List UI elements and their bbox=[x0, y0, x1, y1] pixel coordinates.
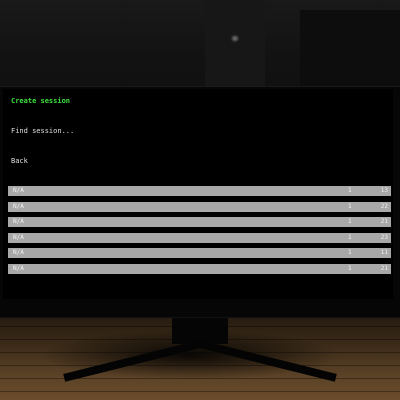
session-players: 1 bbox=[348, 249, 352, 256]
session-ping: 21 bbox=[380, 218, 388, 225]
session-players: 1 bbox=[348, 233, 352, 241]
session-name: N/A bbox=[13, 264, 24, 272]
find-session-button[interactable]: Find session... bbox=[11, 127, 74, 136]
session-players: 1 bbox=[348, 264, 352, 272]
session-ping: 23 bbox=[380, 233, 388, 241]
monitor: Create session Find session... Back N/A … bbox=[0, 86, 400, 318]
wall-shadow bbox=[205, 0, 265, 90]
wall-shadow bbox=[300, 10, 400, 90]
session-row[interactable]: N/A 1 23 bbox=[8, 232, 391, 243]
session-ping: 13 bbox=[380, 187, 388, 194]
create-session-button[interactable]: Create session bbox=[11, 97, 70, 106]
session-ping: 22 bbox=[380, 202, 388, 210]
session-players: 1 bbox=[348, 218, 352, 225]
session-players: 1 bbox=[348, 202, 352, 210]
session-name: N/A bbox=[13, 249, 24, 256]
session-row[interactable]: N/A 1 13 bbox=[8, 186, 391, 196]
session-name: N/A bbox=[13, 187, 24, 194]
session-row[interactable]: N/A 1 21 bbox=[8, 263, 391, 274]
wall-light-glint bbox=[232, 36, 238, 41]
monitor-screen: Create session Find session... Back N/A … bbox=[3, 89, 393, 299]
session-players: 1 bbox=[348, 187, 352, 194]
session-ping: 11 bbox=[380, 249, 388, 256]
session-name: N/A bbox=[13, 202, 24, 210]
session-list: N/A 1 13 N/A 1 22 N/A 1 21 N/A 1 23 N/A bbox=[8, 186, 391, 279]
session-name: N/A bbox=[13, 218, 24, 225]
session-row[interactable]: N/A 1 21 bbox=[8, 217, 391, 227]
session-row[interactable]: N/A 1 11 bbox=[8, 248, 391, 258]
session-row[interactable]: N/A 1 22 bbox=[8, 201, 391, 212]
session-ping: 21 bbox=[380, 264, 388, 272]
back-button[interactable]: Back bbox=[11, 157, 28, 166]
session-name: N/A bbox=[13, 233, 24, 241]
